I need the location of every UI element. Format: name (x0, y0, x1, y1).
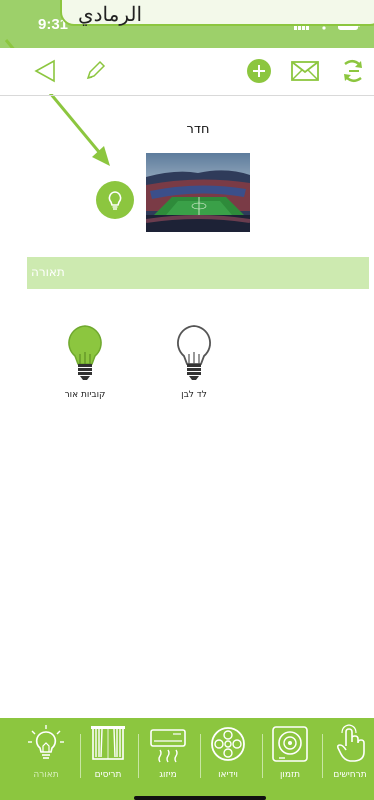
edit-button[interactable] (80, 56, 110, 86)
room-image[interactable] (146, 153, 250, 232)
nav-air-conditioning[interactable]: מיזוג (142, 724, 194, 796)
nav-separator (262, 734, 263, 778)
nav-scenarios[interactable]: תרחישים (324, 724, 374, 796)
device-label: קוביות אור (64, 390, 106, 400)
film-reel-icon (211, 727, 245, 761)
hand-touch-icon (336, 724, 365, 762)
nav-label: מיזוג (159, 770, 177, 780)
nav-scheduling[interactable]: תזמון (264, 724, 316, 796)
switch-button[interactable] (338, 56, 368, 86)
stadium-image (146, 153, 250, 232)
ac-icon (150, 729, 186, 763)
nav-separator (200, 734, 201, 778)
bulb-on-icon (68, 325, 102, 380)
add-button[interactable] (244, 56, 274, 86)
nav-label: תרחישים (333, 770, 367, 780)
nav-separator (138, 734, 139, 778)
switch-icon (344, 60, 362, 82)
plus-icon (247, 59, 271, 83)
curtains-icon (91, 726, 125, 760)
back-button[interactable] (30, 56, 60, 86)
nav-label: תזמון (279, 770, 301, 780)
section-title: תאורה (31, 265, 65, 279)
nav-label: תריסים (94, 770, 122, 780)
home-indicator (134, 796, 266, 800)
nav-shutters[interactable]: תריסים (82, 724, 134, 796)
device-light-cubes[interactable]: קוביות אור (45, 324, 125, 400)
nav-label: תאורה (33, 770, 59, 780)
nav-label: וידיאו (218, 770, 238, 780)
device-white-led[interactable]: לד לבן (154, 324, 234, 400)
nav-lighting[interactable]: תאורה (20, 724, 72, 796)
section-header: תאורה (27, 257, 369, 289)
nav-separator (322, 734, 323, 778)
bottom-nav: תאורה תריסים מיזוג וידיאו תזמון תרחישים (0, 718, 374, 800)
nav-video[interactable]: וידיאו (202, 724, 254, 796)
bulb-icon (108, 191, 122, 210)
nav-separator (80, 734, 81, 778)
room-lighting-button[interactable] (96, 181, 134, 219)
mail-button[interactable] (290, 56, 320, 86)
room-title: חדר (186, 122, 210, 137)
pencil-icon (86, 60, 106, 80)
toolbar-divider (0, 95, 374, 96)
device-label: לד לבן (181, 390, 207, 400)
back-icon (34, 59, 55, 83)
bulb-off-icon (177, 325, 211, 380)
mail-icon (291, 61, 319, 81)
bulb-icon (28, 725, 64, 759)
timer-icon (272, 726, 308, 762)
top-toolbar (0, 48, 374, 94)
